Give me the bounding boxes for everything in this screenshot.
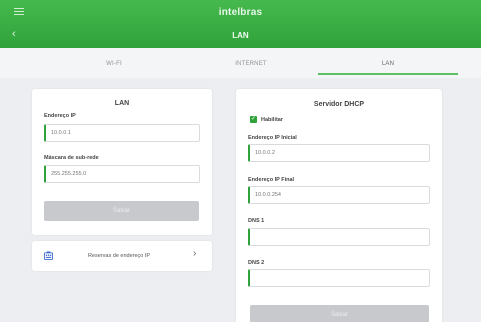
ip-address-label: Endereço IP (44, 113, 76, 119)
dns2-label: DNS 2 (248, 260, 265, 266)
dns2-input[interactable] (248, 269, 430, 287)
enable-dhcp-checkbox[interactable]: ✓ (250, 116, 257, 123)
chevron-right-icon: › (193, 248, 197, 259)
ip-address-input[interactable]: 10.0.0.1 (44, 124, 200, 142)
brand-logo: intelbras (218, 7, 263, 18)
lan-save-button[interactable]: Salvar (44, 201, 199, 221)
page-title: LAN (232, 31, 249, 40)
dhcp-card-title: Servidor DHCP (313, 101, 365, 108)
start-ip-label: Endereço IP Inicial (248, 135, 297, 141)
end-ip-label: Endereço IP Final (248, 177, 295, 183)
ip-reservations-row[interactable]: Reservas de endereço IP › (32, 241, 212, 271)
ip-reservations-label: Reservas de endereço IP (88, 253, 151, 259)
tab-bar: WI-FI INTERNET LAN (0, 48, 481, 78)
dns1-label: DNS 1 (248, 218, 265, 224)
tab-wifi[interactable]: WI-FI (44, 61, 184, 67)
start-ip-input[interactable]: 10.0.0.2 (248, 144, 430, 162)
dns1-input[interactable] (248, 228, 430, 246)
network-icon (44, 251, 53, 260)
app-header: intelbras ‹ LAN (0, 0, 481, 48)
active-tab-indicator (318, 73, 458, 75)
dhcp-card: Servidor DHCP ✓ Habilitar Endereço IP In… (236, 89, 442, 322)
tab-lan[interactable]: LAN (318, 61, 458, 67)
enable-dhcp-label: Habilitar (261, 117, 284, 123)
lan-card-title: LAN (114, 100, 130, 107)
lan-card: LAN Endereço IP 10.0.0.1 Máscara de sub-… (32, 89, 212, 235)
end-ip-input[interactable]: 10.0.0.254 (248, 186, 430, 204)
dhcp-save-button[interactable]: Salvar (250, 305, 429, 322)
subnet-mask-label: Máscara de sub-rede (44, 155, 99, 161)
subnet-mask-input[interactable]: 255.255.255.0 (44, 165, 200, 183)
tab-internet[interactable]: INTERNET (181, 61, 321, 67)
